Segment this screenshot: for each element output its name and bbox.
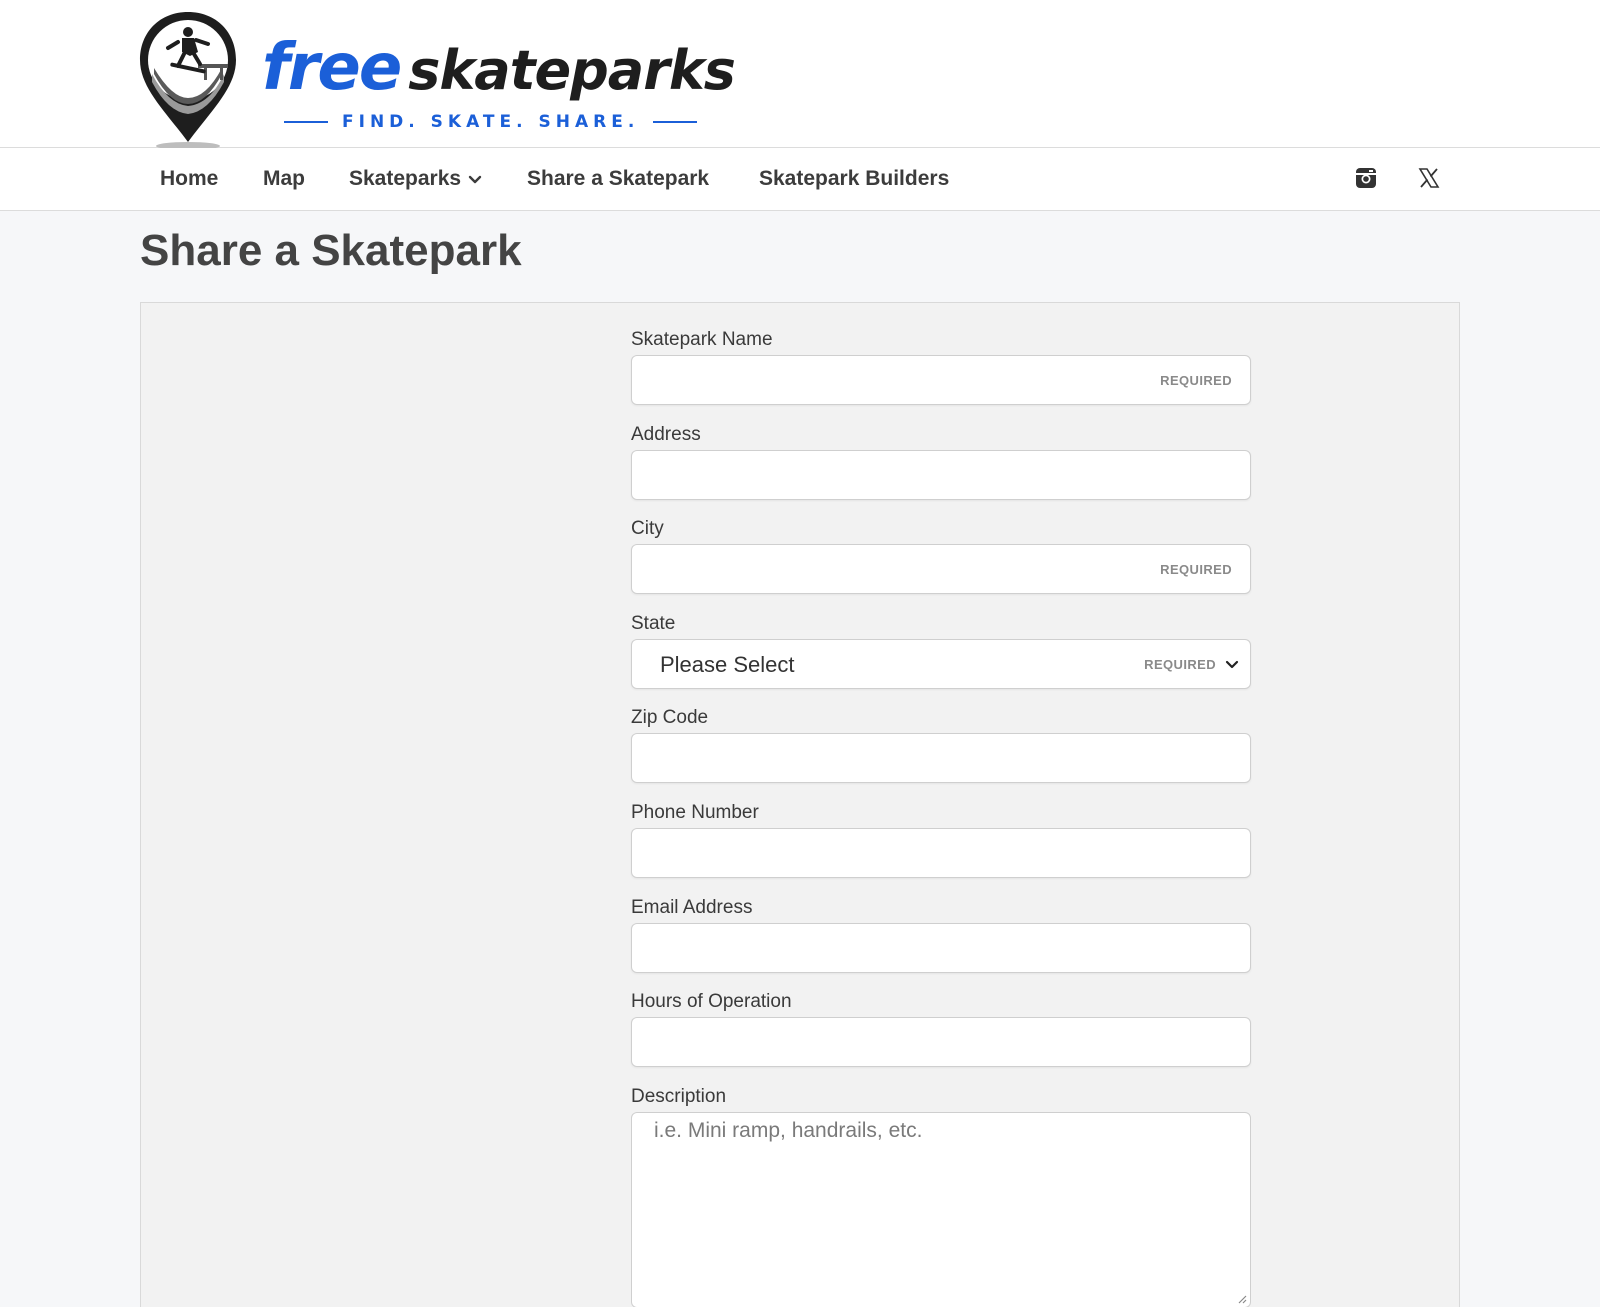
instagram-icon <box>1356 168 1376 188</box>
field-state: State Please Select REQUIRED <box>631 613 1251 689</box>
zip-code-input[interactable] <box>632 734 1250 782</box>
chevron-down-icon <box>1225 660 1239 669</box>
nav-skatepark-builders[interactable]: Skatepark Builders <box>759 166 949 192</box>
page-title: Share a Skatepark <box>140 226 522 275</box>
field-address: Address <box>631 424 1251 500</box>
nav-skateparks[interactable]: Skateparks <box>349 166 483 192</box>
site-header: free skateparks FIND. SKATE. SHARE. <box>0 0 1600 150</box>
field-phone-number: Phone Number <box>631 802 1251 878</box>
address-input[interactable] <box>632 451 1250 499</box>
city-input-box[interactable]: REQUIRED <box>631 544 1251 594</box>
required-badge: REQUIRED <box>1160 562 1232 577</box>
x-icon <box>1418 168 1440 188</box>
hours-of-operation-input-box[interactable] <box>631 1017 1251 1067</box>
city-label: City <box>631 518 664 539</box>
nav-home[interactable]: Home <box>160 166 218 192</box>
field-city: City REQUIRED <box>631 518 1251 594</box>
hours-of-operation-input[interactable] <box>632 1018 1250 1066</box>
nav-home-label: Home <box>160 167 219 190</box>
nav-share-label: Share a Skatepark <box>527 167 710 190</box>
state-label: State <box>631 613 676 634</box>
nav-share-skatepark[interactable]: Share a Skatepark <box>527 166 709 192</box>
phone-number-label: Phone Number <box>631 802 759 823</box>
tagline-text: FIND. SKATE. SHARE. <box>342 112 640 132</box>
hours-of-operation-label: Hours of Operation <box>631 991 792 1012</box>
field-skatepark-name: Skatepark Name REQUIRED <box>631 329 1251 405</box>
logo-wordmark: free skateparks FIND. SKATE. SHARE. <box>262 31 736 132</box>
field-email-address: Email Address <box>631 897 1251 973</box>
logo-word-skateparks: skateparks <box>408 39 736 102</box>
x-twitter-link[interactable] <box>1413 162 1445 194</box>
tagline-rule-right <box>653 121 698 123</box>
skatepark-name-label: Skatepark Name <box>631 329 773 350</box>
main-nav: Home Map Skateparks Share a Skatepark Sk… <box>0 148 1600 211</box>
nav-map-label: Map <box>263 167 305 190</box>
field-hours-of-operation: Hours of Operation <box>631 991 1251 1067</box>
share-skatepark-form: Skatepark Name REQUIRED Address City REQ… <box>140 302 1460 1307</box>
zip-code-input-box[interactable] <box>631 733 1251 783</box>
address-label: Address <box>631 424 701 445</box>
email-address-label: Email Address <box>631 897 753 918</box>
chevron-down-icon <box>468 175 482 184</box>
tagline-rule-left <box>284 121 328 123</box>
required-badge: REQUIRED <box>1144 657 1216 672</box>
email-address-input-box[interactable] <box>631 923 1251 973</box>
state-selected-value: Please Select <box>660 652 795 677</box>
skatepark-name-input[interactable] <box>632 356 1250 404</box>
address-input-box[interactable] <box>631 450 1251 500</box>
map-pin-skater-icon <box>140 12 236 150</box>
phone-number-input[interactable] <box>632 829 1250 877</box>
phone-number-input-box[interactable] <box>631 828 1251 878</box>
logo-word-free: free <box>262 31 402 105</box>
logo-tagline: FIND. SKATE. SHARE. <box>284 112 698 132</box>
resize-grip-icon[interactable] <box>1235 1292 1247 1304</box>
required-badge: REQUIRED <box>1160 373 1232 388</box>
field-description: Description i.e. Mini ramp, handrails, e… <box>631 1086 1251 1307</box>
nav-map[interactable]: Map <box>263 166 305 192</box>
email-address-input[interactable] <box>632 924 1250 972</box>
description-label: Description <box>631 1086 727 1107</box>
skatepark-name-input-box[interactable]: REQUIRED <box>631 355 1251 405</box>
nav-skateparks-label: Skateparks <box>349 167 462 190</box>
state-select[interactable]: Please Select REQUIRED <box>631 639 1251 689</box>
site-logo[interactable]: free skateparks FIND. SKATE. SHARE. <box>138 8 736 150</box>
field-zip-code: Zip Code <box>631 707 1251 783</box>
description-textarea[interactable]: i.e. Mini ramp, handrails, etc. <box>631 1112 1251 1307</box>
zip-code-label: Zip Code <box>631 707 709 728</box>
description-placeholder: i.e. Mini ramp, handrails, etc. <box>654 1119 923 1142</box>
instagram-link[interactable] <box>1350 162 1382 194</box>
city-input[interactable] <box>632 545 1250 593</box>
nav-builders-label: Skatepark Builders <box>759 167 950 190</box>
